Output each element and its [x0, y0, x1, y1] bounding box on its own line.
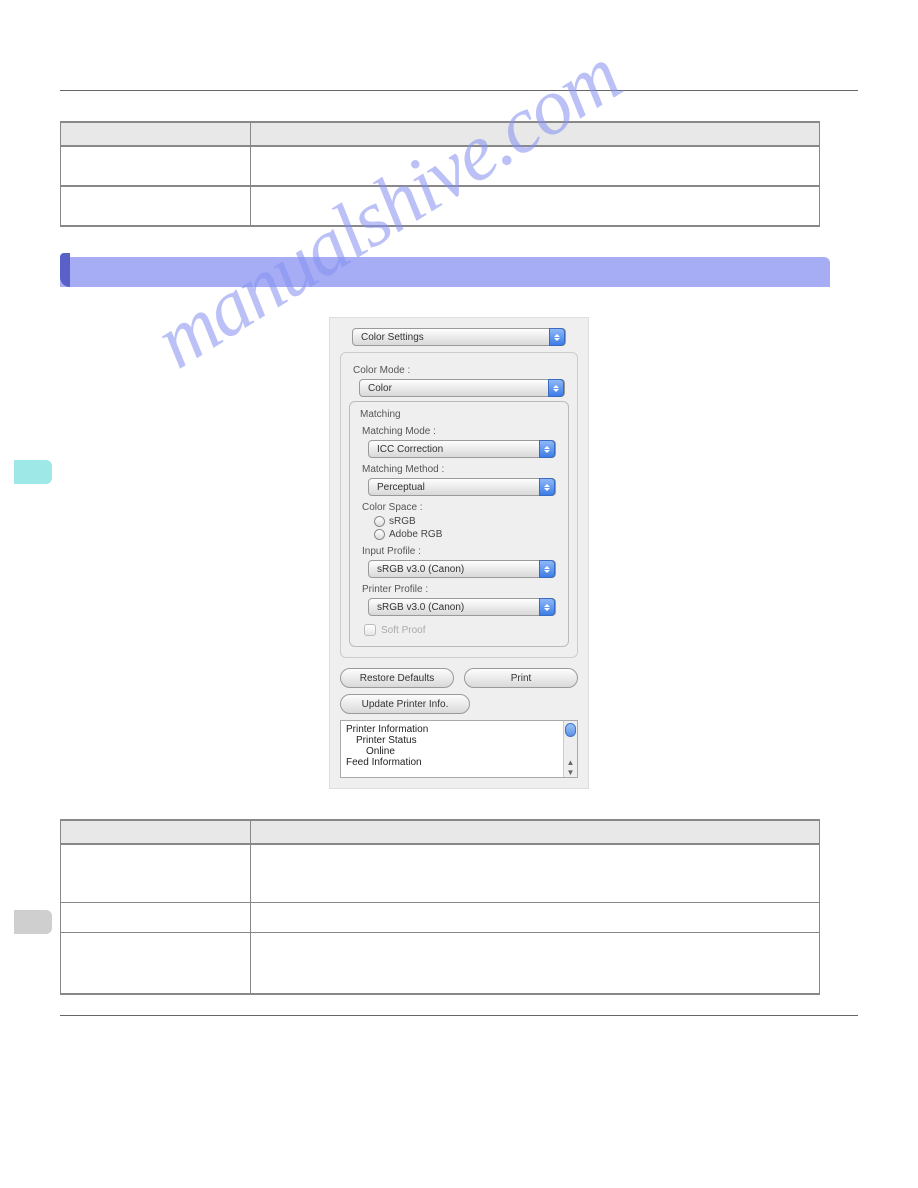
updown-icon	[539, 440, 555, 458]
print-button[interactable]: Print	[464, 668, 578, 688]
radio-adobergb-label: Adobe RGB	[389, 529, 442, 540]
update-printer-info-button[interactable]: Update Printer Info.	[340, 694, 470, 714]
scroll-thumb[interactable]	[565, 723, 576, 737]
scroll-up-icon[interactable]: ▲	[564, 757, 577, 767]
side-tab-gray	[14, 910, 52, 934]
matching-mode-label: Matching Mode :	[362, 426, 560, 437]
info-line: Printer Status	[346, 735, 572, 746]
printer-profile-value: sRGB v3.0 (Canon)	[377, 602, 464, 613]
input-profile-select[interactable]: sRGB v3.0 (Canon)	[368, 560, 556, 578]
printer-info-box: Printer Information Printer Status Onlin…	[340, 720, 578, 778]
info-line: Printer Information	[346, 724, 572, 735]
color-mode-value: Color	[368, 383, 392, 394]
updown-icon	[539, 478, 555, 496]
info-line: Online	[346, 746, 572, 757]
print-label: Print	[511, 673, 532, 684]
printer-profile-select[interactable]: sRGB v3.0 (Canon)	[368, 598, 556, 616]
scroll-down-icon[interactable]: ▼	[564, 767, 577, 777]
printer-profile-label: Printer Profile :	[362, 584, 560, 595]
color-space-label: Color Space :	[362, 502, 560, 513]
input-profile-value: sRGB v3.0 (Canon)	[377, 564, 464, 575]
radio-icon	[374, 516, 385, 527]
soft-proof-label: Soft Proof	[381, 625, 425, 636]
panel-select-label: Color Settings	[361, 332, 424, 343]
bottom-table	[60, 819, 820, 995]
radio-adobergb[interactable]: Adobe RGB	[374, 529, 560, 540]
side-tab-cyan	[14, 460, 52, 484]
table-row	[61, 902, 820, 932]
section-heading-bar	[60, 257, 830, 287]
radio-srgb-label: sRGB	[389, 516, 416, 527]
updown-icon	[548, 379, 564, 397]
info-line: Feed Information	[346, 757, 572, 768]
radio-icon	[374, 529, 385, 540]
table-row	[61, 844, 820, 902]
top-rule	[60, 90, 858, 91]
matching-method-label: Matching Method :	[362, 464, 560, 475]
update-printer-info-label: Update Printer Info.	[362, 699, 449, 710]
table-row	[61, 932, 820, 994]
restore-defaults-button[interactable]: Restore Defaults	[340, 668, 454, 688]
bottom-rule	[60, 1015, 858, 1016]
updown-icon	[539, 598, 555, 616]
matching-legend: Matching	[356, 409, 405, 420]
matching-mode-select[interactable]: ICC Correction	[368, 440, 556, 458]
restore-defaults-label: Restore Defaults	[360, 673, 434, 684]
color-settings-dialog: Color Settings Color Mode : Color Matchi…	[329, 317, 589, 789]
matching-method-select[interactable]: Perceptual	[368, 478, 556, 496]
scrollbar[interactable]: ▲ ▼	[563, 721, 577, 777]
table-row	[61, 186, 820, 226]
input-profile-label: Input Profile :	[362, 546, 560, 557]
updown-icon	[539, 560, 555, 578]
color-mode-label: Color Mode :	[353, 365, 569, 376]
radio-srgb[interactable]: sRGB	[374, 516, 560, 527]
matching-mode-value: ICC Correction	[377, 444, 443, 455]
top-table	[60, 121, 820, 227]
table-row	[61, 146, 820, 186]
updown-icon	[549, 328, 565, 346]
checkbox-icon	[364, 624, 376, 636]
panel-select[interactable]: Color Settings	[352, 328, 566, 346]
matching-method-value: Perceptual	[377, 482, 425, 493]
soft-proof-checkbox: Soft Proof	[364, 624, 560, 636]
color-mode-select[interactable]: Color	[359, 379, 565, 397]
